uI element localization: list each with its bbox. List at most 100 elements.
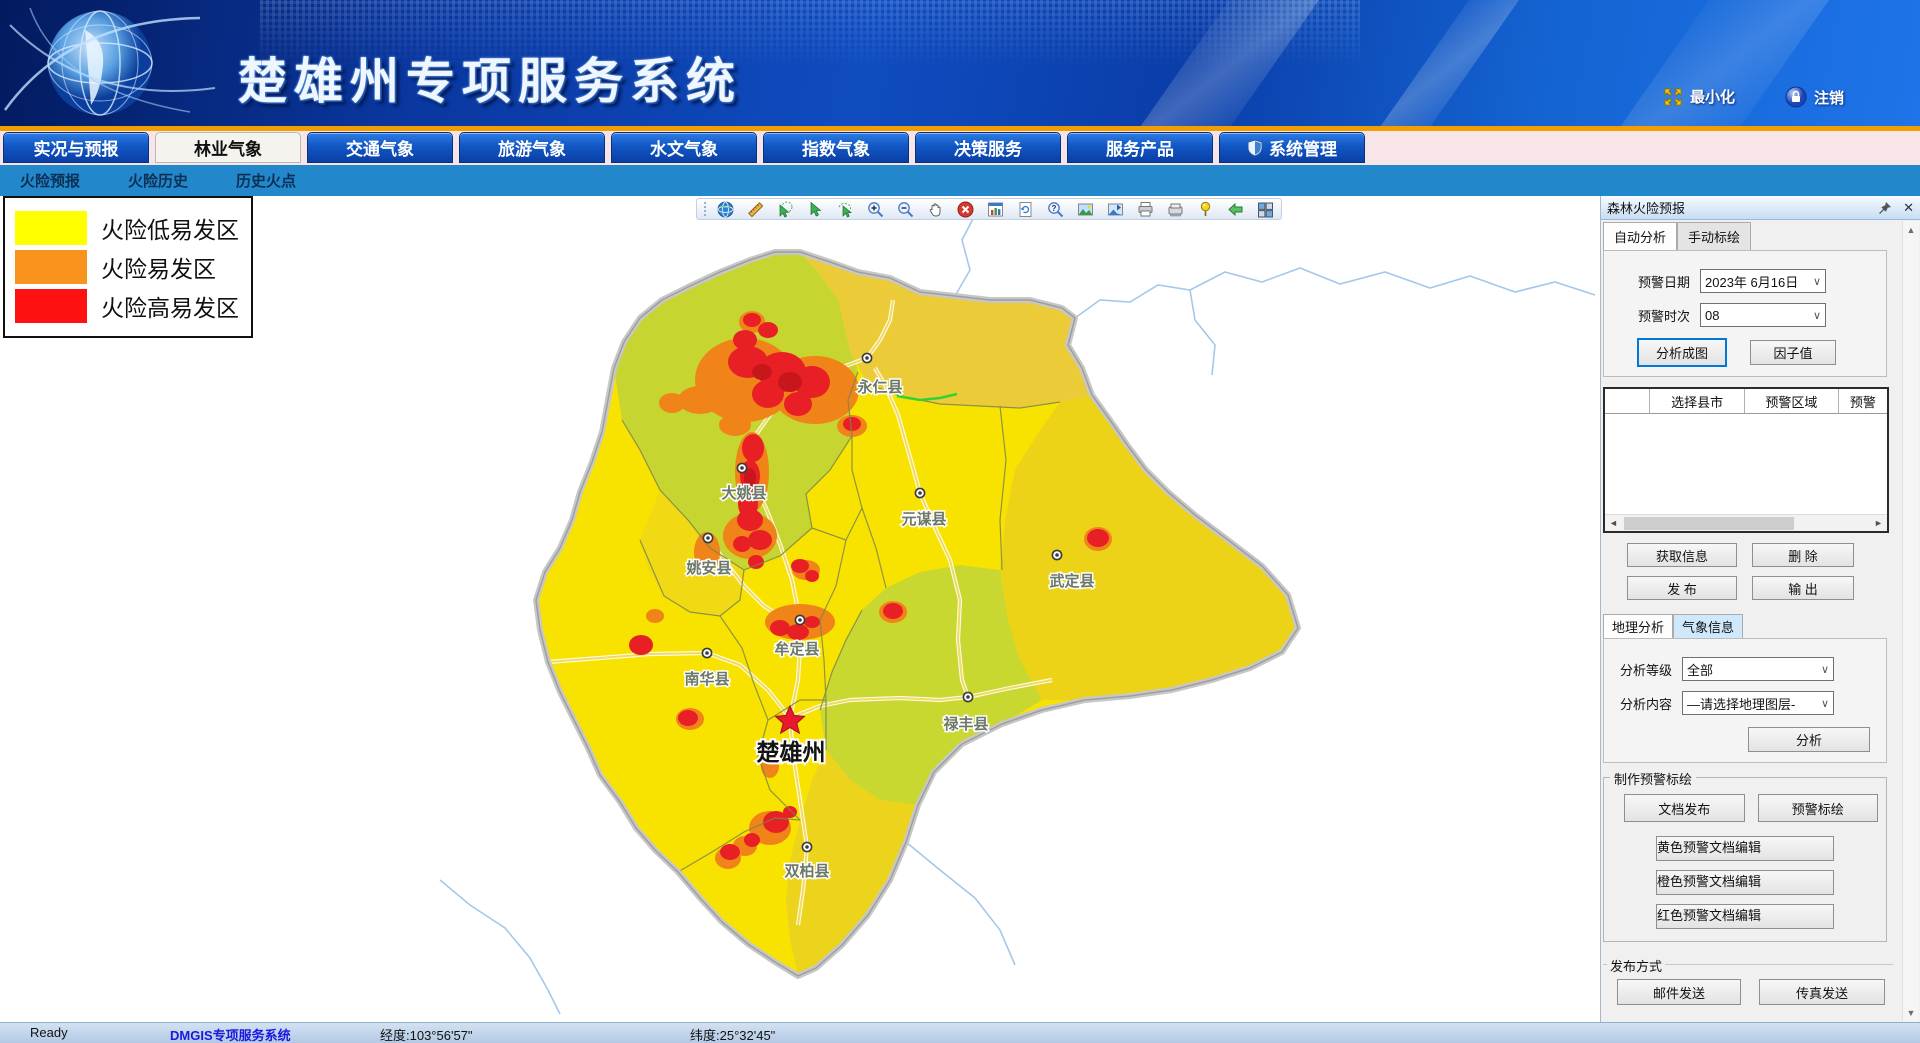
warning-plot-button[interactable]: 预警标绘 (1758, 794, 1879, 822)
map-label-yongren: 永仁县 (856, 378, 902, 396)
warn-date-select[interactable]: 2023年 6月16日∨ (1700, 269, 1826, 293)
map-label-yuanmou: 元谋县 (901, 511, 946, 528)
refresh-page-icon[interactable] (1017, 201, 1034, 218)
tab-decision-service[interactable]: 决策服务 (915, 132, 1061, 163)
scroll-left-icon[interactable]: ◄ (1605, 518, 1622, 528)
map-tiles-icon[interactable] (1257, 201, 1274, 218)
factor-value-button[interactable]: 因子值 (1750, 340, 1836, 365)
select-lasso-icon[interactable] (837, 201, 854, 218)
minimize-button[interactable]: 最小化 (1663, 86, 1735, 107)
legend-swatch-yellow (15, 211, 87, 245)
sub-tabbar: 火险预报 火险历史 历史火点 (0, 165, 1920, 196)
status-system-name: DMGIS专项服务系统 (170, 1025, 291, 1043)
print-icon[interactable] (1137, 201, 1154, 218)
publish-button[interactable]: 发 布 (1627, 576, 1737, 600)
image-export-icon[interactable] (1107, 201, 1124, 218)
table-header-warn-area: 预警区域 (1745, 389, 1839, 413)
publish-mode-group: 发布方式 邮件发送 传真发送 (1603, 964, 1893, 1015)
hscroll-thumb[interactable] (1624, 517, 1794, 530)
status-latitude: 纬度:25°32'45" (690, 1025, 775, 1043)
zoom-out-icon[interactable] (897, 201, 914, 218)
map-label-lufeng: 禄丰县 (942, 715, 988, 733)
pan-hand-icon[interactable] (927, 201, 944, 218)
scroll-down-icon[interactable]: ▼ (1903, 1004, 1919, 1021)
zoom-in-icon[interactable] (867, 201, 884, 218)
tab-forestry-weather[interactable]: 林业气象 (155, 132, 301, 163)
tab-geo-analysis[interactable]: 地理分析 (1603, 614, 1673, 638)
select-arrow-icon[interactable] (807, 201, 824, 218)
cancel-icon[interactable] (957, 201, 974, 218)
pin-icon[interactable] (1877, 200, 1893, 216)
yellow-warning-doc-button[interactable]: 黄色预警文档编辑 (1656, 836, 1834, 861)
panel-close-icon[interactable]: ✕ (1903, 200, 1914, 216)
header-banner: 楚雄州专项服务系统 最小化 注销 (0, 0, 1920, 126)
status-bar: Ready DMGIS专项服务系统 经度:103°56'57" 纬度:25°32… (0, 1022, 1920, 1043)
chevron-down-icon: ∨ (1813, 275, 1821, 288)
orange-warning-doc-button[interactable]: 橙色预警文档编辑 (1656, 870, 1834, 895)
status-ready: Ready (30, 1025, 68, 1040)
map-label-wuding: 武定县 (1049, 572, 1094, 590)
chevron-down-icon: ∨ (1821, 663, 1829, 676)
warning-table[interactable]: 选择县市 预警区域 预警 ◄ ► (1603, 387, 1889, 533)
table-header-county: 选择县市 (1650, 389, 1745, 413)
map-label-chuxiong: 楚雄州 (757, 739, 826, 765)
map-label-mouding: 牟定县 (774, 640, 819, 658)
map-workspace: 永仁县 元谋县 大姚县 姚安县 武定县 南华县 牟定县 禄丰县 双柏县 楚雄州 … (0, 196, 1920, 1022)
globe-logo (0, 0, 230, 126)
tab-system-management[interactable]: 系统管理 (1219, 132, 1365, 163)
tab-traffic-weather[interactable]: 交通气象 (307, 132, 453, 163)
tab-live-forecast[interactable]: 实况与预报 (3, 132, 149, 163)
tab-service-products[interactable]: 服务产品 (1067, 132, 1213, 163)
delete-button[interactable]: 删 除 (1752, 543, 1854, 567)
warn-time-select[interactable]: 08∨ (1700, 303, 1826, 327)
export-button[interactable]: 输 出 (1752, 576, 1854, 600)
analyze-to-map-button[interactable]: 分析成图 (1638, 339, 1726, 366)
measure-ruler-icon[interactable] (747, 201, 764, 218)
scroll-up-icon[interactable]: ▲ (1903, 221, 1919, 238)
tab-auto-analysis[interactable]: 自动分析 (1603, 222, 1677, 250)
red-warning-doc-button[interactable]: 红色预警文档编辑 (1656, 904, 1834, 929)
forest-fire-forecast-panel: 森林火险预报 ✕ ▲ ▼ 自动分析 手动标绘 预警日期 2023年 6月16日∨ (1600, 196, 1920, 1022)
chart-icon[interactable] (987, 201, 1004, 218)
panel-title: 森林火险预报 (1607, 198, 1877, 217)
auto-analysis-tabpage: 预警日期 2023年 6月16日∨ 预警时次 08∨ 分析成图 因子值 (1603, 250, 1887, 377)
shield-icon (1247, 139, 1263, 157)
doc-publish-button[interactable]: 文档发布 (1624, 794, 1745, 822)
subtab-fire-risk-forecast[interactable]: 火险预报 (20, 170, 80, 191)
toolbar-grip[interactable] (704, 202, 708, 216)
legend-swatch-red (15, 289, 87, 323)
tab-index-weather[interactable]: 指数气象 (763, 132, 909, 163)
pin-marker-icon[interactable] (1197, 201, 1214, 218)
map-label-yaoan: 姚安县 (685, 559, 731, 577)
analysis-content-select[interactable]: —请选择地理图层-∨ (1682, 691, 1834, 715)
print-layout-icon[interactable] (1167, 201, 1184, 218)
scroll-right-icon[interactable]: ► (1870, 518, 1887, 528)
lock-icon (1785, 86, 1807, 108)
county-fill-layer (420, 196, 1320, 1022)
image-icon[interactable] (1077, 201, 1094, 218)
tab-hydrology-weather[interactable]: 水文气象 (611, 132, 757, 163)
subtab-historical-fire-points[interactable]: 历史火点 (236, 170, 296, 191)
logout-button[interactable]: 注销 (1785, 86, 1844, 108)
legend-item-high: 火险高易发区 (15, 289, 241, 323)
tab-tourism-weather[interactable]: 旅游气象 (459, 132, 605, 163)
analysis-level-select[interactable]: 全部∨ (1682, 657, 1834, 681)
table-hscrollbar[interactable]: ◄ ► (1605, 514, 1887, 531)
map-toolbar: ? (696, 198, 1282, 220)
email-send-button[interactable]: 邮件发送 (1617, 979, 1741, 1005)
get-info-button[interactable]: 获取信息 (1627, 543, 1737, 567)
info-tabs: 地理分析 气象信息 (1603, 614, 1903, 638)
plot-group-title: 制作预警标绘 (1610, 769, 1696, 788)
subtab-fire-risk-history[interactable]: 火险历史 (128, 170, 188, 191)
panel-scrollbar[interactable]: ▲ ▼ (1902, 221, 1919, 1021)
legend-item-medium: 火险易发区 (15, 250, 241, 284)
tab-manual-plot[interactable]: 手动标绘 (1677, 222, 1751, 250)
identify-icon[interactable]: ? (1047, 201, 1064, 218)
select-circle-icon[interactable] (777, 201, 794, 218)
main-nav-tabbar: 实况与预报 林业气象 交通气象 旅游气象 水文气象 指数气象 决策服务 服务产品… (0, 131, 1920, 165)
tab-weather-info[interactable]: 气象信息 (1673, 614, 1743, 638)
fax-send-button[interactable]: 传真发送 (1759, 979, 1885, 1005)
analyze-button[interactable]: 分析 (1748, 727, 1870, 752)
globe-icon[interactable] (717, 201, 734, 218)
back-arrow-icon[interactable] (1227, 201, 1244, 218)
